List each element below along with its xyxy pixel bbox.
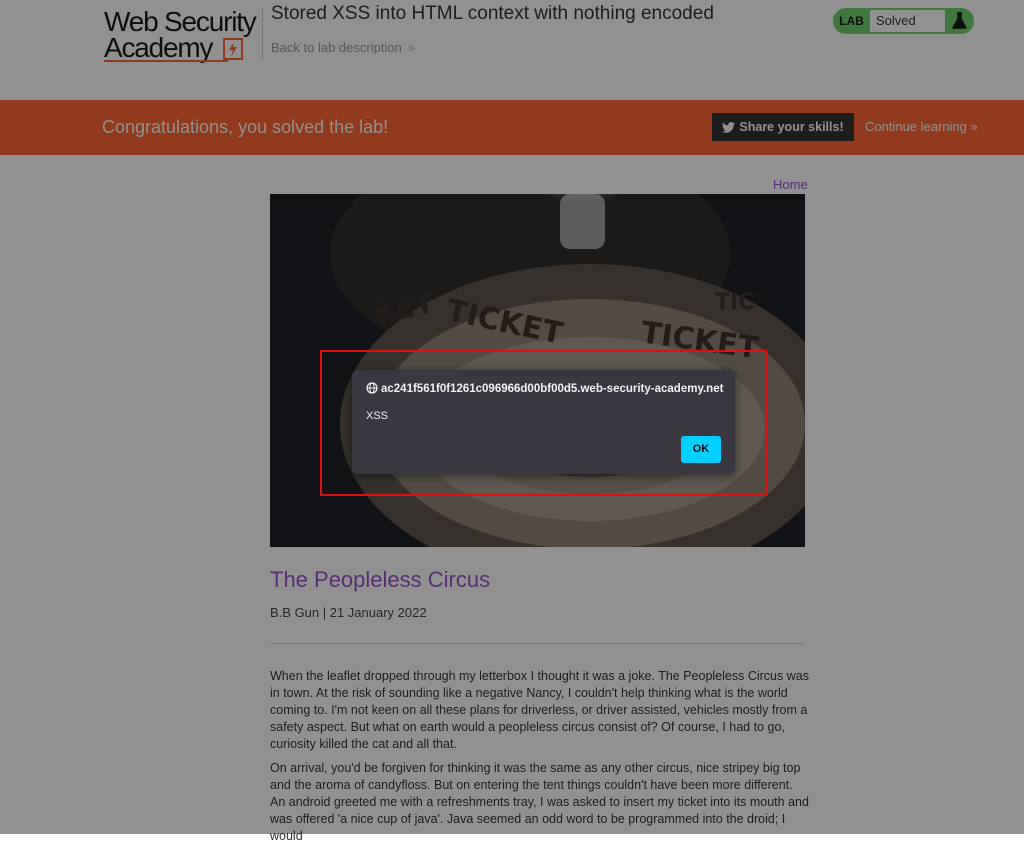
globe-icon (366, 382, 378, 394)
alert-origin: ac241f561f0f1261c096966d00bf00d5.web-sec… (366, 382, 723, 395)
alert-ok-button[interactable]: OK (681, 436, 721, 463)
alert-origin-text: ac241f561f0f1261c096966d00bf00d5.web-sec… (381, 383, 724, 395)
javascript-alert-dialog: ac241f561f0f1261c096966d00bf00d5.web-sec… (352, 370, 735, 474)
alert-message: XSS (366, 410, 389, 422)
